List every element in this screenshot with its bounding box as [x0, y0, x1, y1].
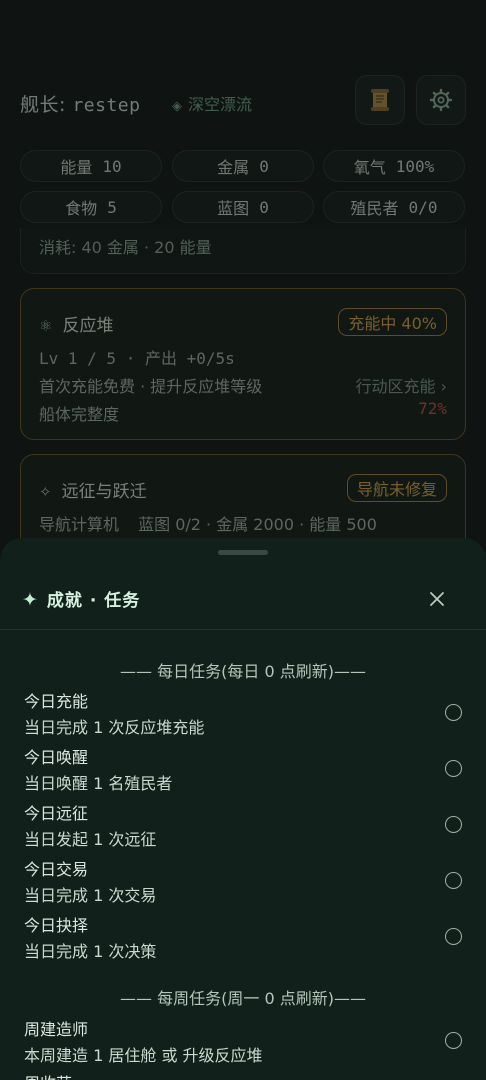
task-checkbox[interactable]: [445, 704, 462, 721]
task-checkbox[interactable]: [445, 760, 462, 777]
achievements-sheet: ✦ 成就 · 任务 —— 每日任务(每日 0 点刷新)—— 今日充能 当日完成 1…: [0, 538, 486, 1080]
sheet-drag-handle[interactable]: [218, 550, 268, 555]
task-name: 今日远征: [24, 804, 89, 823]
task-checkbox[interactable]: [445, 1032, 462, 1049]
task-checkbox[interactable]: [445, 816, 462, 833]
task-name: 今日交易: [24, 860, 89, 879]
task-item[interactable]: 周收获: [24, 1070, 470, 1080]
close-button[interactable]: [426, 588, 448, 610]
task-name: 今日抉择: [24, 916, 89, 935]
sheet-title: ✦ 成就 · 任务: [22, 589, 141, 611]
task-item[interactable]: 今日充能 当日完成 1 次反应堆充能: [24, 688, 470, 744]
task-checkbox[interactable]: [445, 928, 462, 945]
task-item[interactable]: 今日交易 当日完成 1 次交易: [24, 856, 470, 912]
task-name: 今日唤醒: [24, 748, 89, 767]
task-item[interactable]: 今日唤醒 当日唤醒 1 名殖民者: [24, 744, 470, 800]
task-desc: 当日完成 1 次交易: [24, 886, 157, 905]
task-name: 周建造师: [24, 1020, 89, 1039]
task-item[interactable]: 周建造师 本周建造 1 居住舱 或 升级反应堆: [24, 1016, 470, 1072]
task-name: 周收获: [24, 1070, 72, 1080]
task-desc: 本周建造 1 居住舱 或 升级反应堆: [24, 1046, 263, 1065]
task-desc: 当日完成 1 次反应堆充能: [24, 718, 205, 737]
task-desc: 当日唤醒 1 名殖民者: [24, 774, 173, 793]
weekly-section-title: —— 每周任务(周一 0 点刷新)——: [120, 989, 366, 1008]
task-item[interactable]: 今日远征 当日发起 1 次远征: [24, 800, 470, 856]
task-desc: 当日发起 1 次远征: [24, 830, 157, 849]
task-name: 今日充能: [24, 692, 89, 711]
close-icon: [430, 592, 444, 606]
task-item[interactable]: 今日抉择 当日完成 1 次决策: [24, 912, 470, 968]
task-checkbox[interactable]: [445, 872, 462, 889]
star-icon: ✦: [22, 589, 39, 611]
daily-section-title: —— 每日任务(每日 0 点刷新)——: [120, 662, 366, 681]
task-desc: 当日完成 1 次决策: [24, 942, 157, 961]
sheet-header: ✦ 成就 · 任务: [0, 576, 486, 630]
